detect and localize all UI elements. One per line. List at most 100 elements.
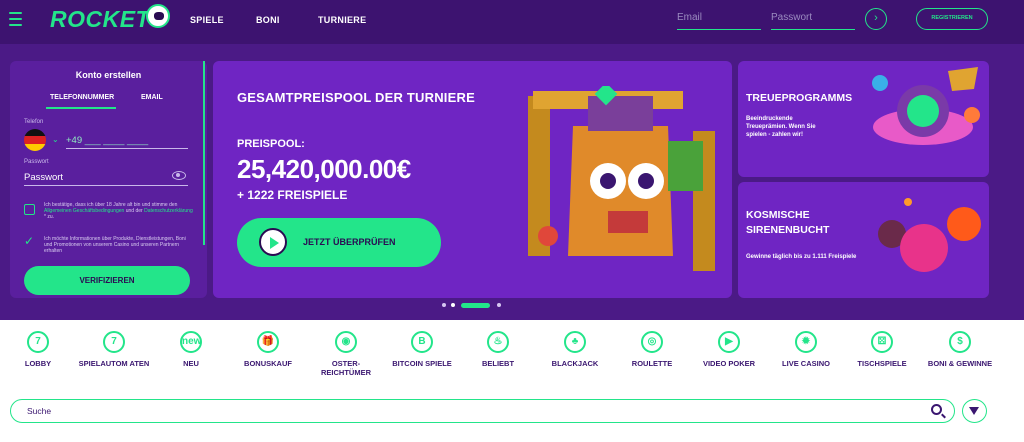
logo[interactable]: ROCKET (50, 6, 150, 33)
play-logo-icon (259, 228, 287, 256)
new-icon: new (180, 331, 202, 353)
loyalty-desc: Beeindruckende Treueprämien. Wenn Sie sp… (746, 116, 816, 138)
chevron-right-icon: › (874, 12, 878, 24)
pool-label: PREISPOOL: (237, 138, 305, 150)
phone-placeholder: ___ ____ ____ (84, 135, 149, 146)
tab-email[interactable]: EMAIL (141, 94, 163, 101)
category-label: NEU (183, 359, 199, 368)
freespins-text: + 1222 FREISPIELE (237, 188, 348, 202)
category-dice[interactable]: ⚄ TISCHSPIELE (842, 331, 922, 368)
category-easter-egg[interactable]: ◉ OSTER- REICHTÜMER (306, 331, 386, 377)
registration-title: Konto erstellen (75, 70, 142, 80)
check-now-button[interactable]: JETZT ÜBERPRÜFEN (237, 218, 441, 267)
password-field[interactable]: Passwort (771, 8, 855, 30)
live-icon: ✹ (795, 331, 817, 353)
registration-panel: Konto erstellen TELEFONNUMMER EMAIL Tele… (10, 61, 207, 298)
siren-title: KOSMISCHE SIRENENBUCHT (746, 209, 830, 236)
password-underline (24, 185, 188, 186)
pool-amount: 25,420,000.00€ (237, 154, 411, 184)
chevron-down-icon[interactable]: ⌄ (52, 135, 59, 144)
lobby-icon: 7 (27, 331, 49, 353)
password-label: Passwort (24, 159, 49, 165)
category-label: BELIEBT (481, 359, 515, 368)
category-new[interactable]: new NEU (151, 331, 231, 368)
terms-link[interactable]: Allgemeinen Geschäftsbedingungen (44, 208, 124, 214)
phone-label: Telefon (24, 119, 44, 125)
tiki-mascot-illustration (528, 86, 715, 271)
siren-card[interactable]: KOSMISCHE SIRENENBUCHT Gewinne täglich b… (738, 182, 989, 298)
clubs-icon: ♣ (564, 331, 586, 353)
gift-icon: 🎁 (257, 331, 279, 353)
category-label: BONUSKAUF (244, 359, 292, 368)
register-button[interactable]: REGISTRIEREN (916, 8, 988, 30)
password-input[interactable]: Passwort (24, 172, 63, 183)
privacy-link[interactable]: Datenschutzerklärung (144, 208, 193, 214)
verify-button[interactable]: VERIFIZIEREN (24, 266, 190, 295)
loyalty-title: TREUEPROGRAMMS (746, 92, 853, 104)
easter-egg-icon: ◉ (335, 331, 357, 353)
roulette-icon: ◎ (641, 331, 663, 353)
carousel-dot-active[interactable] (461, 303, 490, 308)
phone-underline (66, 148, 188, 149)
category-gift[interactable]: 🎁 BONUSKAUF (228, 331, 308, 368)
login-submit-button[interactable]: › (865, 8, 887, 30)
loyalty-card[interactable]: TREUEPROGRAMMS Beeindruckende Treueprämi… (738, 61, 989, 177)
rocket-mascot-icon (146, 4, 170, 28)
category-label: ROULETTE (631, 359, 673, 368)
orbs-illustration (878, 198, 981, 272)
siren-desc: Gewinne täglich bis zu 1.111 Freispiele (746, 254, 857, 260)
marketing-checkbox[interactable]: ✓ (24, 234, 34, 248)
search-input[interactable]: Suche (10, 399, 955, 423)
hero-title: GESAMTPREISPOOL DER TURNIERE (237, 90, 475, 105)
category-label: OSTER- REICHTÜMER (321, 359, 371, 377)
country-code: +49 (66, 135, 83, 146)
terms-text-part: * zu. (44, 214, 55, 220)
menu-icon[interactable] (9, 12, 22, 26)
terms-text: Ich bestätige, dass ich über 18 Jahre al… (44, 202, 194, 220)
terms-checkbox[interactable] (24, 204, 35, 215)
carousel-dot[interactable] (497, 303, 501, 307)
category-clubs[interactable]: ♣ BLACKJACK (535, 331, 615, 368)
marketing-text: Ich möchte Informationen über Produkte, … (44, 236, 186, 254)
phone-input[interactable]: +49 ___ ____ ____ (66, 135, 148, 146)
search-icon[interactable] (931, 404, 942, 415)
category-lobby[interactable]: 7 LOBBY (0, 331, 78, 368)
slots-icon: 7 (103, 331, 125, 353)
category-label: BONI & GEWINNE (927, 359, 993, 368)
fire-icon: ♨ (487, 331, 509, 353)
category-label: LOBBY (24, 359, 52, 368)
ufo-illustration (872, 67, 980, 145)
category-label: TISCHSPIELE (857, 359, 907, 368)
category-roulette[interactable]: ◎ ROULETTE (612, 331, 692, 368)
category-bitcoin[interactable]: B BITCOIN SPIELE (382, 331, 462, 368)
germany-flag-icon[interactable] (24, 129, 46, 151)
category-label: LIVE CASINO (782, 359, 830, 368)
eye-icon[interactable] (172, 171, 186, 180)
category-slots[interactable]: 7 SPIELAUTOM ATEN (74, 331, 154, 368)
category-bonus[interactable]: $ BONI & GEWINNE (920, 331, 1000, 368)
category-live[interactable]: ✹ LIVE CASINO (766, 331, 846, 368)
check-now-label: JETZT ÜBERPRÜFEN (303, 237, 396, 247)
filter-icon[interactable] (962, 399, 987, 423)
play-icon: ▶ (718, 331, 740, 353)
category-fire[interactable]: ♨ BELIEBT (458, 331, 538, 368)
dice-icon: ⚄ (871, 331, 893, 353)
category-label: VIDEO POKER (702, 359, 756, 368)
nav-spiele[interactable]: SPIELE (190, 15, 224, 25)
category-label: BLACKJACK (551, 359, 599, 368)
active-tab-indicator (46, 107, 116, 109)
tab-phone[interactable]: TELEFONNUMMER (50, 94, 114, 101)
panel-scrollbar[interactable] (203, 61, 205, 245)
hero-banner[interactable]: GESAMTPREISPOOL DER TURNIERE PREISPOOL: … (213, 61, 732, 298)
nav-turniere[interactable]: TURNIERE (318, 15, 366, 25)
carousel-dot[interactable] (442, 303, 446, 307)
carousel-dot[interactable] (451, 303, 455, 307)
category-label: BITCOIN SPIELE (392, 359, 452, 368)
category-label: SPIELAUTOM ATEN (78, 359, 150, 368)
bonus-icon: $ (949, 331, 971, 353)
category-play[interactable]: ▶ VIDEO POKER (689, 331, 769, 368)
nav-boni[interactable]: BONI (256, 15, 280, 25)
terms-text-part: und der (125, 208, 143, 214)
search-placeholder: Suche (27, 406, 52, 416)
email-field[interactable]: Email (677, 8, 761, 30)
